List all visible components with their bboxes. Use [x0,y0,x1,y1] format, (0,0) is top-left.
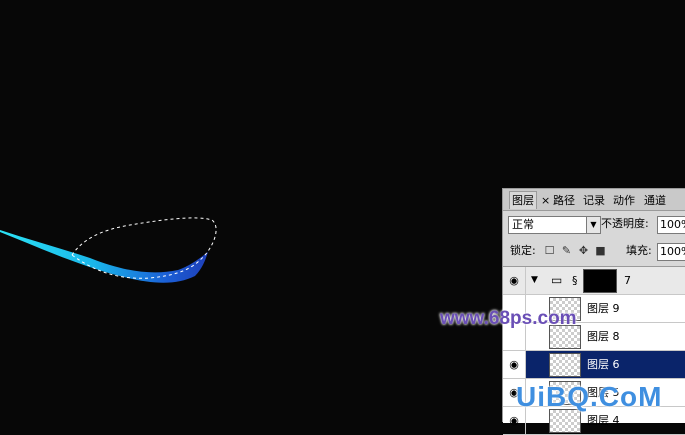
tab-layers[interactable]: 图层 [509,191,537,209]
layer-name: 图层 9 [587,302,620,315]
link-icon: § [572,274,578,287]
layer-name: 图层 6 [587,358,620,371]
mask-thumbnail [583,269,617,293]
layer-thumbnail [549,353,581,377]
lock-label: 锁定: [510,244,536,257]
tab-paths[interactable]: 路径 [553,192,575,209]
lock-all-icon[interactable]: ■ [595,245,606,256]
lock-transparency-icon[interactable]: ☐ [544,245,555,256]
chevron-down-icon[interactable]: ▼ [586,217,600,233]
blend-mode-value: 正常 [512,218,534,231]
tab-close-icon[interactable]: × [541,192,550,209]
folder-icon: ▭ [551,273,563,287]
layer-row-selected[interactable]: ◉ 图层 6 [503,351,685,379]
panel-tabs: 图层 × 路径 记录 动作 通道 [503,189,685,211]
lock-row: 锁定: ☐ ✎ ✥ ■ 填充: 100% [503,242,685,262]
tab-channels[interactable]: 通道 [644,192,666,209]
opacity-label: 不透明度: [601,217,649,230]
fill-input[interactable]: 100% [657,243,685,261]
opacity-input[interactable]: 100% [657,216,685,234]
watermark-68ps: www.68ps.com [440,308,577,329]
eye-icon[interactable]: ◉ [503,267,526,294]
lock-paint-icon[interactable]: ✎ [561,245,572,256]
blend-row: 正常 ▼ 不透明度: 100% [503,215,685,235]
tab-history[interactable]: 记录 [583,192,605,209]
expand-triangle-icon[interactable]: ▼ [531,267,538,294]
light-stroke-shape [0,230,208,283]
eye-icon[interactable]: ◉ [503,351,526,378]
watermark-uibq: UiBQ.CoM [516,381,663,412]
layer-group-row[interactable]: ◉ ▼ ▭ § 7 [503,267,685,295]
lock-move-icon[interactable]: ✥ [578,245,589,256]
tab-actions[interactable]: 动作 [613,192,635,209]
fill-label: 填充: [626,244,652,257]
blend-mode-select[interactable]: 正常 ▼ [508,216,601,234]
layer-name: 7 [624,274,631,287]
layer-name: 图层 8 [587,330,620,343]
